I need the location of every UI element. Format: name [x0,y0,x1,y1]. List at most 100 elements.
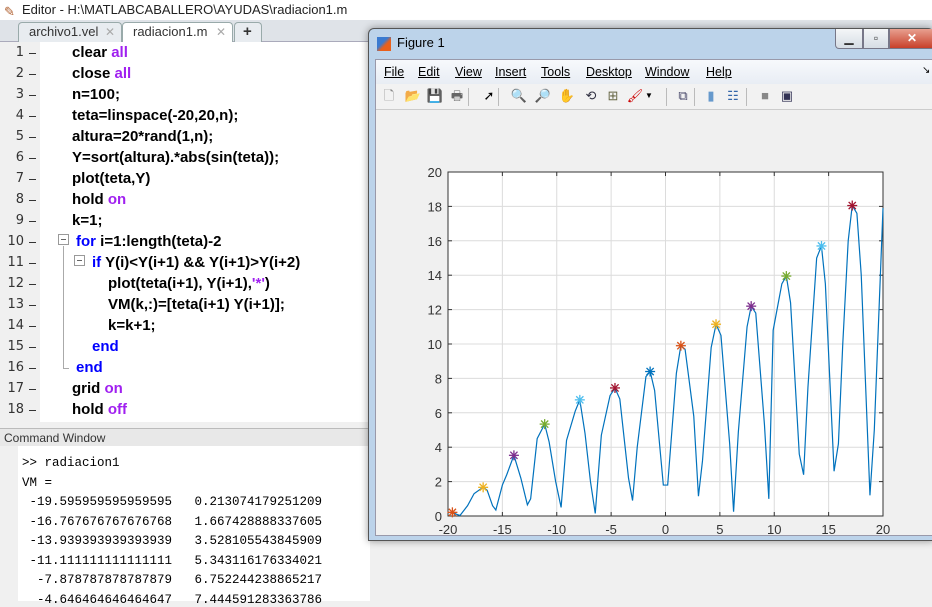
close-tab-icon[interactable]: ✕ [216,23,226,41]
matlab-logo-icon [377,37,391,51]
y-tick-label: 6 [435,406,442,421]
breakpoint-dash[interactable] [29,221,36,222]
code-token: n=100; [72,86,120,103]
code-token: close [72,65,115,82]
line-number: 8 [15,192,24,207]
code-line: if Y(i)<Y(i+1) && Y(i+1)>Y(i+2) [92,254,300,271]
breakpoint-dash[interactable] [29,410,36,411]
code-line: hold off [72,401,127,418]
line-number: 7 [15,171,24,186]
line-number: 16 [7,360,24,375]
code-token: altura=20*rand(1,n); [72,128,214,145]
x-tick-label: 5 [716,522,723,537]
x-tick-label: -20 [439,522,458,537]
line-number: 11 [7,255,24,270]
code-token: VM(k,:)=[teta(i+1) Y(i+1)]; [108,296,285,313]
line-number: 4 [15,108,24,123]
code-line: teta=linspace(-20,20,n); [72,107,238,124]
command-output-line: VM = [22,475,53,490]
breakpoint-dash[interactable] [29,116,36,117]
fold-toggle-icon[interactable] [58,234,69,245]
breakpoint-dash[interactable] [29,368,36,369]
code-line: n=100; [72,86,120,103]
y-tick-label: 14 [428,268,442,283]
line-number: 6 [15,150,24,165]
code-line: end [76,359,103,376]
fold-toggle-icon[interactable] [74,255,85,266]
command-output-line: -7.878787878787879 6.752244238865217 [22,573,323,587]
breakpoint-dash[interactable] [29,305,36,306]
code-token: all [114,65,132,82]
close-tab-icon[interactable]: ✕ [105,23,115,41]
fold-line [63,368,69,369]
code-token: if [92,254,106,271]
code-token: ) [264,275,270,292]
line-number: 9 [15,213,24,228]
code-token: end [92,338,119,355]
breakpoint-dash[interactable] [29,158,36,159]
peak-marker [781,271,792,282]
breakpoint-dash[interactable] [29,242,36,243]
tab-label: archivo1.vel [29,24,99,39]
code-token: for [76,233,101,250]
y-tick-label: 16 [428,234,442,249]
breakpoint-dash[interactable] [29,284,36,285]
line-number: 12 [7,276,24,291]
peak-marker [539,419,550,430]
maximize-button[interactable]: ▫ [863,29,889,49]
code-token: hold [72,191,108,208]
code-line: Y=sort(altura).*abs(sin(teta)); [72,149,279,166]
y-tick-label: 8 [435,371,442,386]
code-token: off [107,401,127,418]
command-window[interactable]: >> radiacion1 VM = -19.595959595959595 0.… [0,446,370,607]
code-line: end [92,338,119,355]
code-token: plot(teta(i+1), Y(i+1), [108,275,252,292]
code-line: hold on [72,191,126,208]
code-editor[interactable]: 1 2 3 4 5 6 7 8 9 10 11 12 13 14 15 16 17 18 clear all clos… [0,42,368,422]
breakpoint-dash[interactable] [29,95,36,96]
tab-radiacion1[interactable]: radiacion1.m ✕ [122,22,233,43]
tab-archivo1[interactable]: archivo1.vel ✕ [18,22,122,42]
breakpoint-dash[interactable] [29,137,36,138]
breakpoint-dash[interactable] [29,53,36,54]
y-tick-label: 20 [428,165,442,180]
breakpoint-dash[interactable] [29,200,36,201]
command-gutter [0,446,18,601]
breakpoint-dash[interactable] [29,347,36,348]
line-number: 3 [15,87,24,102]
code-token: clear [72,44,112,61]
code-token: teta=linspace(-20,20,n); [72,107,239,124]
code-line: plot(teta(i+1), Y(i+1),'*') [108,275,270,292]
line-number: 14 [7,318,24,333]
line-number: 18 [7,402,24,417]
plot-canvas[interactable]: -20 -15 -10 -5 0 5 10 15 20 0 2 4 6 8 10 12 14 16 18 20 [376,60,932,537]
peak-marker [574,394,585,405]
code-token: '*' [251,275,265,292]
breakpoint-dash[interactable] [29,263,36,264]
peak-marker [711,319,722,330]
figure-body: File Edit View Insert Tools Desktop Window Help… [375,59,932,537]
code-token: on [107,191,127,208]
line-number: 13 [7,297,24,312]
breakpoint-dash[interactable] [29,389,36,390]
command-output-line: -16.767676767676768 1.667428888337605 [22,514,323,529]
x-tick-label: -15 [493,522,512,537]
minimize-button[interactable]: ▁ [835,29,863,49]
y-tick-label: 12 [428,303,442,318]
code-token: plot(teta,Y) [72,170,151,187]
code-token: end [76,359,103,376]
fold-line [63,246,64,368]
y-tick-label: 18 [428,199,442,214]
close-button[interactable]: ✕ [889,29,932,49]
y-tick-label: 0 [435,509,442,524]
peak-marker [478,482,489,493]
code-token: hold [72,401,108,418]
x-tick-label: 0 [662,522,669,537]
new-tab-button[interactable]: + [234,22,262,42]
peak-marker [746,301,757,312]
breakpoint-dash[interactable] [29,179,36,180]
breakpoint-dash[interactable] [29,326,36,327]
line-number: 15 [7,339,24,354]
breakpoint-dash[interactable] [29,74,36,75]
code-line: plot(teta,Y) [72,170,150,187]
